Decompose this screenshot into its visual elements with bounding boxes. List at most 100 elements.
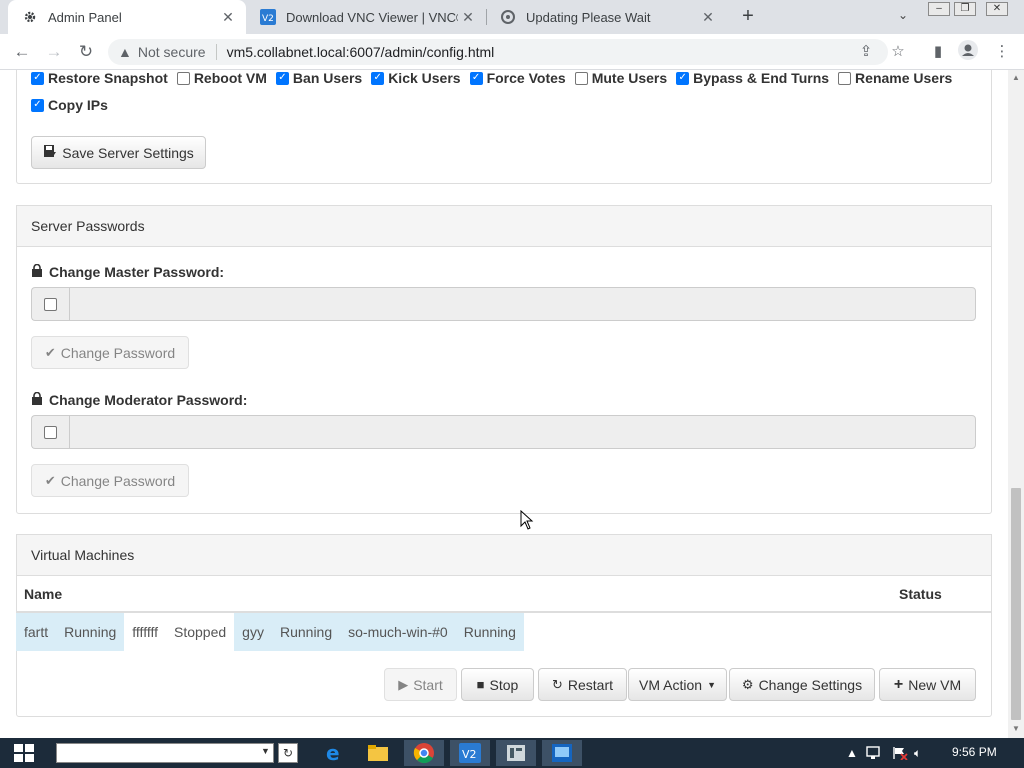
permission-checkbox-item[interactable]: ✓ Kick Users [371,70,461,86]
warning-icon[interactable]: ▲ [118,44,132,60]
close-icon[interactable]: ✕ [698,9,718,26]
panel-heading: Virtual Machines [17,535,991,576]
tab-search-chevron-icon[interactable]: ⌄ [898,8,908,22]
taskbar-chrome-icon[interactable] [404,740,444,766]
permission-label: Restore Snapshot [48,70,168,86]
vm-action-dropdown[interactable]: VM Action ▼ [628,668,727,701]
tray-flag-icon[interactable] [892,746,908,763]
taskbar-server-icon[interactable] [496,740,536,766]
scrollbar-thumb[interactable] [1011,488,1021,720]
new-tab-plus-icon[interactable]: + [738,6,758,26]
permission-checkbox[interactable]: ✓ [371,71,385,85]
tab-updating[interactable]: Updating Please Wait ✕ [486,0,726,34]
restart-vm-button[interactable]: ↻ Restart [538,668,627,701]
permission-checkbox[interactable]: ✓ [31,98,44,112]
close-icon[interactable]: ✕ [458,9,478,26]
permission-checkbox-item[interactable]: ✓ Ban Users [275,70,362,86]
button-label: VM Action [639,676,703,693]
reload-icon[interactable]: ↻ [76,42,96,62]
windows-start-icon[interactable] [14,744,34,762]
change-master-password-button[interactable]: ✔ Change Password [31,336,189,369]
permissions-row: ✓ Restore Snapshot Reboot VM ✓ Ban Users ✓ Kic… [31,70,961,86]
vm-list-row: fartt Running fffffff Stopped gyy Running so-m… [16,613,524,651]
kebab-menu-icon[interactable]: ⋮ [992,42,1012,62]
permission-label: Force Votes [486,70,566,86]
address-bar[interactable]: ▲ Not secure vm5.collabnet.local:6007/ad… [108,39,888,65]
security-status[interactable]: Not secure [138,44,206,60]
taskbar-clock[interactable]: 9:56 PM [952,745,997,759]
profile-avatar-icon[interactable] [958,40,978,60]
permission-checkbox-item[interactable]: ✓ Bypass & End Turns [676,70,829,86]
back-arrow-icon[interactable]: ← [12,42,32,62]
tab-admin-panel[interactable]: Admin Panel ✕ [8,0,246,34]
vm-status-cell[interactable]: Running [455,613,524,651]
taskbar-address-box[interactable]: ▼ [56,743,274,763]
svg-text:V2: V2 [262,14,274,24]
permission-checkbox-item[interactable]: Rename Users [838,70,952,86]
permission-label: Copy IPs [48,97,108,113]
permission-checkbox-item[interactable]: Reboot VM [176,70,267,86]
permission-checkbox[interactable] [574,71,588,85]
window-close-icon[interactable]: ✕ [986,2,1008,16]
permission-checkbox-item[interactable]: ✓ Restore Snapshot [31,70,168,86]
scroll-down-arrow-icon[interactable]: ▼ [1011,724,1021,734]
save-server-settings-button[interactable]: Save Server Settings [31,136,206,169]
dropdown-arrow-icon[interactable]: ▼ [261,746,270,756]
button-label: Change Password [60,344,176,361]
permission-checkbox[interactable]: ✓ [676,71,690,85]
change-settings-button[interactable]: ⚙ Change Settings [729,668,875,701]
new-vm-button[interactable]: + New VM [879,668,976,701]
checkmark-icon: ✔ [44,472,56,488]
minimize-icon[interactable]: – [928,2,950,16]
refresh-icon: ↻ [551,676,563,692]
vm-name-cell[interactable]: gyy [234,613,272,651]
taskbar-refresh-icon[interactable]: ↻ [278,743,298,763]
play-icon: ▶ [398,676,409,692]
vm-name-cell[interactable]: so-much-win-#0 [340,613,456,651]
master-password-enable [31,287,69,321]
gear-icon [22,9,38,25]
start-vm-button[interactable]: ▶ Start [384,668,457,701]
permission-label: Kick Users [388,70,461,86]
side-panel-icon[interactable]: ▮ [928,42,948,62]
moderator-password-checkbox[interactable] [44,425,57,439]
master-password-checkbox[interactable] [44,297,57,311]
moderator-password-input[interactable] [69,415,976,449]
label-text: Change Moderator Password: [49,392,248,408]
permission-checkbox[interactable]: ✓ [275,71,289,85]
change-moderator-password-button[interactable]: ✔ Change Password [31,464,189,497]
vm-name-cell[interactable]: fartt [16,613,57,651]
restore-icon[interactable]: ❐ [954,2,976,16]
tray-volume-icon[interactable]: 🔈︎ [914,746,921,761]
vnc-icon: V2 [260,9,276,25]
taskbar-file-explorer-icon[interactable] [358,740,398,766]
taskbar-edge-icon[interactable]: e [314,740,354,766]
master-password-input[interactable] [69,287,976,321]
tab-title: Admin Panel [48,9,122,25]
permission-checkbox-item[interactable]: Mute Users [574,70,667,86]
taskbar-remote-desktop-icon[interactable] [542,740,582,766]
close-icon[interactable]: ✕ [218,9,238,26]
permission-checkbox[interactable] [838,71,852,85]
vm-status-cell[interactable]: Running [56,613,125,651]
star-icon[interactable]: ☆ [888,42,908,62]
permission-checkbox[interactable]: ✓ [31,71,44,85]
vm-name-cell[interactable]: fffffff [124,613,166,651]
permissions-row: ✓ Copy IPs [31,97,117,113]
tray-expand-icon[interactable]: ▲ [846,746,858,760]
permission-checkbox[interactable] [176,71,190,85]
taskbar-vnc-icon[interactable]: V2 [450,740,490,766]
permission-checkbox-item[interactable]: ✓ Copy IPs [31,97,108,113]
vm-status-cell[interactable]: Stopped [166,613,235,651]
tab-vnc-viewer[interactable]: V2 Download VNC Viewer | VNC® C ✕ [246,0,486,34]
tray-network-icon[interactable] [866,746,884,763]
vm-status-cell[interactable]: Running [271,613,341,651]
permission-checkbox-item[interactable]: ✓ Force Votes [469,70,566,86]
forward-arrow-icon[interactable]: → [44,42,64,62]
page-scrollbar[interactable]: ▲ ▼ [1008,70,1024,738]
url-text[interactable]: vm5.collabnet.local:6007/admin/config.ht… [227,44,495,60]
share-icon[interactable]: ⇪ [856,42,876,62]
scroll-up-arrow-icon[interactable]: ▲ [1011,73,1021,83]
stop-vm-button[interactable]: ■ Stop [461,668,534,701]
permission-checkbox[interactable]: ✓ [469,71,483,85]
